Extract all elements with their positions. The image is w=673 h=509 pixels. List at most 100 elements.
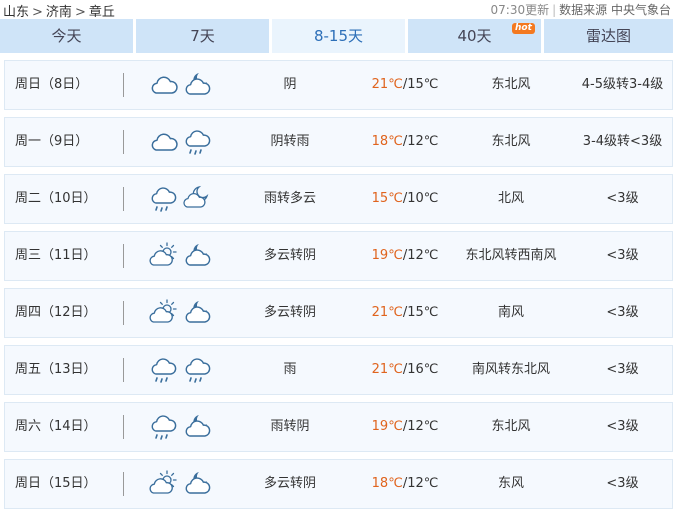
weather-text: 阴 [283,77,297,92]
partly-cloudy-day-icon [148,299,182,323]
temperature: 19℃/12℃ [360,403,450,451]
low-temp: /12℃ [402,134,439,149]
breadcrumb-province[interactable]: 山东 [3,5,29,20]
high-temp: 19℃ [371,248,403,263]
wind-direction: 南风 [497,305,524,320]
row-divider [123,472,124,496]
tab-label: 8-15天 [313,27,364,45]
wind-level: <3级 [606,476,639,491]
cloud-icon [148,133,182,151]
day-label: 周三（11日） [15,248,97,263]
wind-level: <3级 [606,248,639,263]
wind-direction: 东北风转西南风 [465,248,557,263]
forecast-row: 周三（11日） 多云转阴 19℃/12℃ 东北风转西南风 <3级 [4,231,673,281]
temperature: 15℃/10℃ [360,175,450,223]
low-temp: /10℃ [402,191,439,206]
high-temp: 21℃ [371,362,403,377]
row-divider [123,301,124,325]
day-label: 周日（8日） [15,77,89,92]
forecast-row: 周日（15日） 多云转阴 18℃/12℃ 东风 <3级 [4,459,673,509]
forecast-row: 周二（10日） 雨转多云 15℃/10℃ 北风 <3级 [4,174,673,224]
row-divider [123,73,124,97]
low-temp: /15℃ [402,305,439,320]
tab-radar[interactable]: 雷达图 [544,19,673,53]
row-divider [123,244,124,268]
rain-icon [182,130,216,155]
forecast-row: 周日（8日） 阴 21℃/15℃ 东北风 4-5级转3-4级 [4,60,673,110]
data-source: 数据来源 中央气象台 [559,3,671,17]
weather-icons [148,413,216,441]
temperature: 21℃/15℃ [360,61,450,109]
tab-40-days[interactable]: 40天 hot [408,19,541,53]
weather-icons [148,128,216,156]
day-label: 周日（15日） [15,476,97,491]
forecast-row: 周六（14日） 雨转阴 19℃/12℃ 东北风 <3级 [4,402,673,452]
row-divider [123,187,124,211]
wind-direction: 东风 [497,476,524,491]
weather-text: 雨转阴 [270,419,310,434]
weather-text: 多云转阴 [263,248,316,263]
weather-icons [148,470,216,498]
breadcrumb-separator: > [74,5,86,20]
weather-text: 多云转阴 [263,476,316,491]
wind-level: <3级 [606,362,639,377]
rain-icon [148,415,182,440]
partly-cloudy-night-icon [182,185,216,208]
high-temp: 21℃ [371,305,403,320]
weather-text: 多云转阴 [263,305,316,320]
temperature: 21℃/15℃ [360,289,450,337]
cloudy-night-icon [182,472,216,494]
high-temp: 18℃ [371,134,403,149]
wind-level: <3级 [606,191,639,206]
day-label: 周五（13日） [15,362,97,377]
low-temp: /12℃ [402,419,439,434]
row-divider [123,415,124,439]
partly-cloudy-day-icon [148,242,182,266]
day-label: 周六（14日） [15,419,97,434]
high-temp: 21℃ [371,77,403,92]
tab-8-15-days[interactable]: 8-15天 [272,19,405,53]
temperature: 21℃/16℃ [360,346,450,394]
high-temp: 19℃ [371,419,403,434]
temperature: 18℃/12℃ [360,460,450,508]
wind-direction: 北风 [497,191,524,206]
row-divider [123,130,124,154]
wind-direction: 南风转东北风 [471,362,550,377]
partly-cloudy-day-icon [148,470,182,494]
weather-icons [148,299,216,327]
wind-level: 3-4级转<3级 [582,134,663,149]
breadcrumb-city[interactable]: 济南 [46,5,72,20]
low-temp: /15℃ [402,77,439,92]
wind-direction: 东北风 [491,419,531,434]
forecast-row: 周一（9日） 阴转雨 18℃/12℃ 东北风 3-4级转<3级 [4,117,673,167]
low-temp: /16℃ [402,362,439,377]
rain-icon [148,358,182,383]
wind-level: <3级 [606,419,639,434]
weather-icons [148,71,216,99]
update-info: 07:30更新 | 数据来源 中央气象台 [491,1,671,18]
hot-badge: hot [512,23,535,34]
temperature: 18℃/12℃ [360,118,450,166]
rain-icon [182,358,216,383]
weather-icons [148,185,216,213]
low-temp: /12℃ [402,248,439,263]
cloudy-night-icon [182,301,216,323]
weather-icons [148,356,216,384]
wind-direction: 东北风 [491,134,531,149]
forecast-row: 周四（12日） 多云转阴 21℃/15℃ 南风 <3级 [4,288,673,338]
weather-text: 雨转多云 [263,191,316,206]
low-temp: /12℃ [402,476,439,491]
tab-7-days[interactable]: 7天 [136,19,269,53]
wind-direction: 东北风 [491,77,531,92]
top-bar: 山东 > 济南 > 章丘 07:30更新 | 数据来源 中央气象台 [0,0,673,20]
cloud-icon [148,76,182,94]
meta-divider: | [552,3,557,17]
breadcrumb: 山东 > 济南 > 章丘 [3,1,115,20]
weather-text: 雨 [283,362,297,377]
tab-label: 7天 [190,27,215,45]
tab-label: 今天 [51,27,82,45]
row-divider [123,358,124,382]
tab-label: 雷达图 [585,27,631,45]
high-temp: 18℃ [371,476,403,491]
tab-today[interactable]: 今天 [0,19,133,53]
